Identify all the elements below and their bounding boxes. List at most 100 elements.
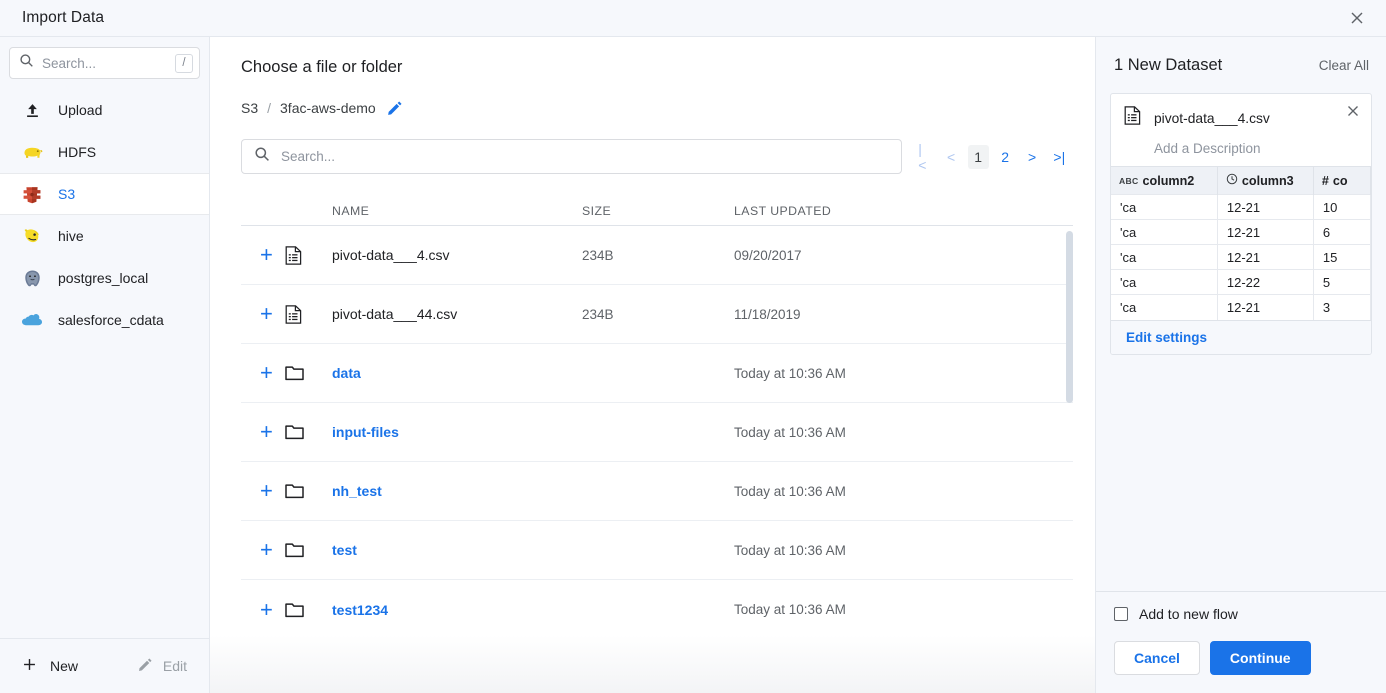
hdfs-elephant-icon [21,141,43,163]
preview-header-row: ABC column2 [1111,167,1371,195]
edit-connection-label: Edit [163,658,187,674]
pagination-first[interactable]: |< [913,145,934,169]
file-name[interactable]: input-files [332,424,582,440]
abc-type-icon: ABC [1119,176,1139,186]
folder-icon [285,542,332,558]
pagination-page-2[interactable]: 2 [995,145,1016,169]
preview-cell: 10 [1313,195,1370,220]
folder-icon [285,602,332,618]
preview-body: 'ca12-2110'ca12-216'ca12-2115'ca12-225'c… [1111,195,1371,320]
breadcrumb-root[interactable]: S3 [241,100,258,116]
preview-row: 'ca12-225 [1111,270,1371,295]
table-row[interactable]: + test Today at 10:36 AM [241,521,1073,580]
dialog-titlebar: Import Data [0,0,1386,37]
column-header-size[interactable]: SIZE [582,204,734,218]
file-list-scrollbar[interactable] [1066,231,1073,403]
close-icon[interactable] [1344,5,1370,31]
preview-column-header-column2[interactable]: ABC column2 [1111,167,1217,195]
plus-icon[interactable]: + [241,599,285,621]
preview-row: 'ca12-2115 [1111,245,1371,270]
file-name[interactable]: test1234 [332,602,582,618]
breadcrumb-current[interactable]: 3fac-aws-demo [280,100,376,116]
sidebar-item-label: salesforce_cdata [58,312,164,328]
pagination-prev[interactable]: < [941,145,962,169]
plus-icon[interactable]: + [241,244,285,266]
plus-icon[interactable]: + [241,303,285,325]
sidebar-search-placeholder: Search... [42,56,167,71]
file-last-updated: Today at 10:36 AM [734,602,1073,617]
preview-cell: 15 [1313,245,1370,270]
sidebar-item-label: Upload [58,102,102,118]
column-header-name[interactable]: NAME [332,204,582,218]
dataset-card-top: pivot-data___4.csv Add a Description [1111,94,1371,166]
search-input[interactable]: Search... / [9,47,200,79]
table-row[interactable]: +nh_testToday at 10:36 AM [241,462,1073,521]
footer-buttons: Cancel Continue [1114,641,1368,675]
file-name[interactable]: nh_test [332,483,582,499]
pencil-icon [138,658,152,675]
breadcrumb-separator: / [267,100,271,116]
new-connection-button[interactable]: New [22,657,78,675]
preview-cell: 5 [1313,270,1370,295]
table-row[interactable]: +input-filesToday at 10:36 AM [241,403,1073,462]
add-to-new-flow-checkbox[interactable]: Add to new flow [1114,606,1368,622]
pagination-page-1[interactable]: 1 [968,145,989,169]
preview-column-header-column3[interactable]: column3 [1217,167,1313,195]
file-name[interactable]: pivot-data___4.csv [332,247,582,263]
sidebar-item-hive[interactable]: hive [0,215,209,257]
close-icon[interactable] [1346,104,1360,123]
plus-icon[interactable]: + [241,480,285,502]
edit-settings-link[interactable]: Edit settings [1111,320,1371,354]
sidebar-nav: Upload HDFS [0,89,209,341]
preview-row: 'ca12-216 [1111,220,1371,245]
number-type-icon: # [1322,174,1329,188]
continue-button[interactable]: Continue [1210,641,1311,675]
preview-column-label: column3 [1242,174,1294,188]
pagination-last[interactable]: >| [1049,145,1070,169]
pagination-next[interactable]: > [1022,145,1043,169]
clock-type-icon [1226,173,1238,188]
column-header-last-updated[interactable]: LAST UPDATED [734,204,1073,218]
folder-icon [285,365,332,381]
table-row[interactable]: + test1234 Today at 10:36 AM [241,580,1073,639]
preview-cell: 'ca [1111,270,1217,295]
clear-all-button[interactable]: Clear All [1319,58,1369,73]
sidebar-item-label: postgres_local [58,270,148,286]
table-row[interactable]: +pivot-data___4.csv234B09/20/2017 [241,226,1073,285]
sidebar-item-hdfs[interactable]: HDFS [0,131,209,173]
dataset-description-input[interactable]: Add a Description [1154,141,1359,156]
upload-icon [21,99,43,121]
postgres-elephant-icon [21,267,43,289]
preview-cell: 'ca [1111,295,1217,320]
plus-icon[interactable]: + [241,539,285,561]
file-name[interactable]: test [332,542,582,558]
file-table-wrap: NAME SIZE LAST UPDATED + pivot-data___4.c… [241,196,1073,693]
sidebar-item-upload[interactable]: Upload [0,89,209,131]
sidebar-item-label: hive [58,228,84,244]
preview-column-header-column4[interactable]: # co [1313,167,1370,195]
file-last-updated: Today at 10:36 AM [734,543,1073,558]
table-row[interactable]: +dataToday at 10:36 AM [241,344,1073,403]
pencil-icon[interactable] [387,101,402,116]
sidebar-search-wrap: Search... / [0,37,209,85]
edit-connection-button[interactable]: Edit [138,658,187,675]
file-name[interactable]: pivot-data___44.csv [332,306,582,322]
file-search-row: Search... |< < 1 2 > >| [241,139,1073,174]
file-last-updated: 09/20/2017 [734,248,1073,263]
table-row[interactable]: +pivot-data___44.csv234B11/18/2019 [241,285,1073,344]
new-dataset-header: 1 New Dataset Clear All [1096,37,1386,75]
sidebar-item-salesforce-cdata[interactable]: salesforce_cdata [0,299,209,341]
file-search-input[interactable]: Search... [241,139,902,174]
new-dataset-title: 1 New Dataset [1114,56,1222,75]
sidebar-item-postgres-local[interactable]: postgres_local [0,257,209,299]
search-icon [254,146,270,167]
preview-cell: 'ca [1111,220,1217,245]
cancel-button[interactable]: Cancel [1114,641,1200,675]
file-name[interactable]: data [332,365,582,381]
sidebar-item-s3[interactable]: S3 [0,173,209,215]
plus-icon[interactable]: + [241,421,285,443]
preview-cell: 'ca [1111,195,1217,220]
plus-icon[interactable]: + [241,362,285,384]
add-to-new-flow-label: Add to new flow [1139,606,1238,622]
file-csv-icon [285,305,332,324]
